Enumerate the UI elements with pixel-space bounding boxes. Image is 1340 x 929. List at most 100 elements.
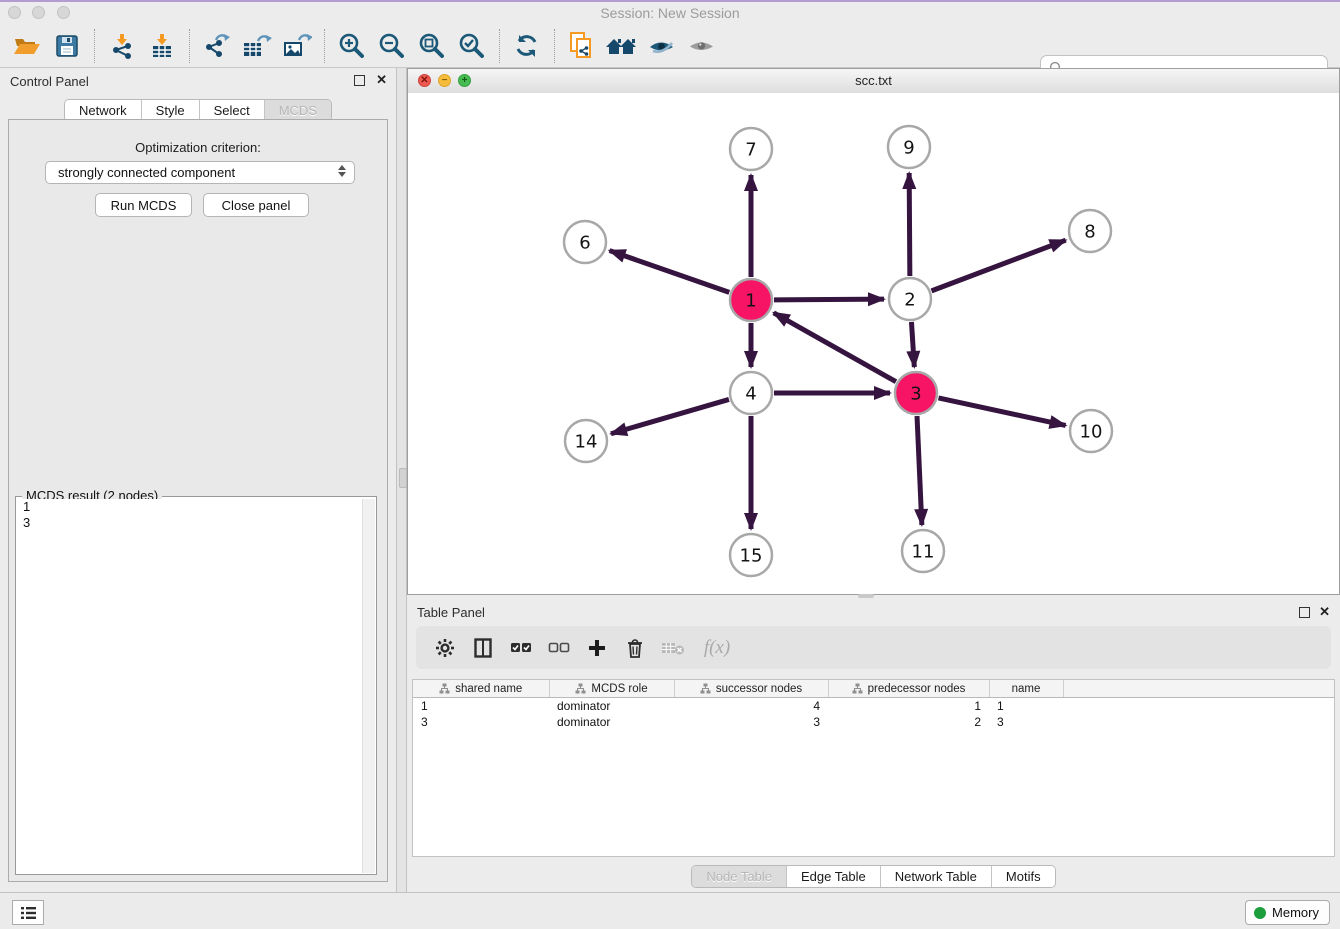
fx-icon: f(x) (704, 637, 730, 659)
svg-text:15: 15 (740, 545, 763, 566)
export-table-button[interactable] (240, 28, 274, 64)
delete-column-button[interactable] (620, 633, 650, 663)
open-session-button[interactable] (10, 28, 44, 64)
network-window-titlebar[interactable]: ✕ − + scc.txt (408, 69, 1339, 94)
zoom-selected-button[interactable] (455, 28, 489, 64)
memory-status-icon (1254, 907, 1266, 919)
hide-panels-button[interactable] (645, 28, 679, 64)
column-header-successor-nodes[interactable]: successor nodes (674, 680, 828, 698)
column-settings-button[interactable] (430, 633, 460, 663)
optimization-criterion-select[interactable]: strongly connected component (45, 161, 355, 184)
zoom-in-button[interactable] (335, 28, 369, 64)
graph-edge-2-8[interactable] (932, 240, 1066, 291)
optimization-criterion-label: Optimization criterion: (9, 140, 387, 155)
column-header-predecessor-nodes[interactable]: predecessor nodes (828, 680, 989, 698)
deselect-all-rows-button[interactable] (544, 633, 574, 663)
frame-resize-grip[interactable] (858, 594, 874, 598)
graph-edge-3-10[interactable] (938, 398, 1065, 426)
splitter-grip[interactable] (399, 468, 407, 488)
column-header-name[interactable]: name (989, 680, 1063, 698)
mcds-result-list[interactable]: 13 (17, 499, 362, 873)
toolbar-separator (94, 29, 96, 63)
graph-edge-4-14[interactable] (611, 399, 729, 433)
task-history-button[interactable] (12, 900, 44, 925)
node-table[interactable]: shared nameMCDS rolesuccessor nodesprede… (412, 679, 1335, 857)
export-network-icon (203, 33, 231, 59)
column-header-MCDS-role[interactable]: MCDS role (549, 680, 674, 698)
select-all-rows-button[interactable] (506, 633, 536, 663)
tab-network-table[interactable]: Network Table (881, 866, 992, 887)
function-builder-button[interactable]: f(x) (696, 633, 738, 663)
float-panel-icon[interactable] (354, 75, 365, 86)
tab-edge-table[interactable]: Edge Table (787, 866, 881, 887)
graph-node-15[interactable]: 15 (730, 534, 772, 576)
sort-column-icon (575, 683, 586, 694)
show-all-panels-button[interactable] (605, 28, 639, 64)
graph-node-14[interactable]: 14 (565, 420, 607, 462)
svg-text:4: 4 (745, 383, 756, 404)
table-row[interactable]: 3dominator323 (413, 714, 1334, 730)
show-graphics-details-button[interactable] (685, 28, 719, 64)
graph-node-1[interactable]: 1 (730, 279, 772, 321)
graph-node-7[interactable]: 7 (730, 128, 772, 170)
mcds-result-line: 1 (17, 499, 362, 515)
panel-splitter[interactable] (396, 68, 407, 892)
graph-node-8[interactable]: 8 (1069, 210, 1111, 252)
delete-table-button[interactable] (658, 633, 688, 663)
graph-node-2[interactable]: 2 (889, 278, 931, 320)
refresh-icon (513, 32, 541, 60)
refresh-view-button[interactable] (510, 28, 544, 64)
table-cell: 2 (828, 714, 989, 730)
graph-node-4[interactable]: 4 (730, 372, 772, 414)
save-session-button[interactable] (50, 28, 84, 64)
graph-edge-3-11[interactable] (917, 416, 922, 525)
memory-button[interactable]: Memory (1245, 900, 1330, 925)
close-panel-button[interactable]: Close panel (203, 193, 309, 217)
network-window: ✕ − + scc.txt 7 9 6 8 1 2 4 3 14 10 15 11 (407, 68, 1340, 595)
format-columns-button[interactable] (468, 633, 498, 663)
column-header-shared-name[interactable]: shared name (413, 680, 549, 698)
svg-text:1: 1 (745, 290, 756, 311)
table-cell: 3 (413, 714, 549, 730)
optimization-criterion-value: strongly connected component (58, 165, 235, 180)
table-row[interactable]: 1dominator411 (413, 698, 1334, 715)
network-graph-canvas[interactable]: 7 9 6 8 1 2 4 3 14 10 15 11 (408, 93, 1339, 594)
window-title: Session: New Session (0, 5, 1340, 21)
graph-node-11[interactable]: 11 (902, 530, 944, 572)
run-mcds-button[interactable]: Run MCDS (95, 193, 192, 217)
zoom-selected-icon (458, 32, 486, 60)
svg-text:11: 11 (912, 541, 935, 562)
graph-edge-2-3[interactable] (911, 322, 914, 367)
tab-select[interactable]: Select (200, 100, 265, 121)
graph-node-10[interactable]: 10 (1070, 410, 1112, 452)
graph-node-3[interactable]: 3 (895, 372, 937, 414)
import-network-button[interactable] (105, 28, 139, 64)
tab-motifs[interactable]: Motifs (992, 866, 1055, 887)
graph-edge-3-1[interactable] (774, 313, 896, 382)
svg-text:8: 8 (1084, 221, 1095, 242)
delete-table-icon (661, 640, 685, 656)
graph-edge-1-6[interactable] (610, 251, 730, 293)
clone-network-button[interactable] (565, 28, 599, 64)
tab-style[interactable]: Style (142, 100, 200, 121)
table-cell: 3 (989, 714, 1063, 730)
result-scrollbar[interactable] (362, 499, 375, 873)
export-network-button[interactable] (200, 28, 234, 64)
zoom-out-button[interactable] (375, 28, 409, 64)
graph-node-9[interactable]: 9 (888, 126, 930, 168)
tab-network[interactable]: Network (65, 100, 142, 121)
zoom-fit-button[interactable] (415, 28, 449, 64)
clone-network-icon (568, 31, 596, 61)
graph-edge-2-9[interactable] (909, 173, 910, 276)
close-table-panel-icon[interactable]: ✕ (1319, 604, 1330, 620)
close-panel-icon[interactable]: ✕ (376, 72, 387, 88)
tab-node-table[interactable]: Node Table (692, 866, 787, 887)
tab-mcds[interactable]: MCDS (265, 100, 331, 121)
export-image-button[interactable] (280, 28, 314, 64)
add-column-button[interactable] (582, 633, 612, 663)
graph-edge-1-2[interactable] (774, 299, 884, 300)
graph-node-6[interactable]: 6 (564, 221, 606, 263)
import-network-icon (109, 33, 135, 59)
import-table-button[interactable] (145, 28, 179, 64)
float-table-panel-icon[interactable] (1299, 607, 1310, 618)
